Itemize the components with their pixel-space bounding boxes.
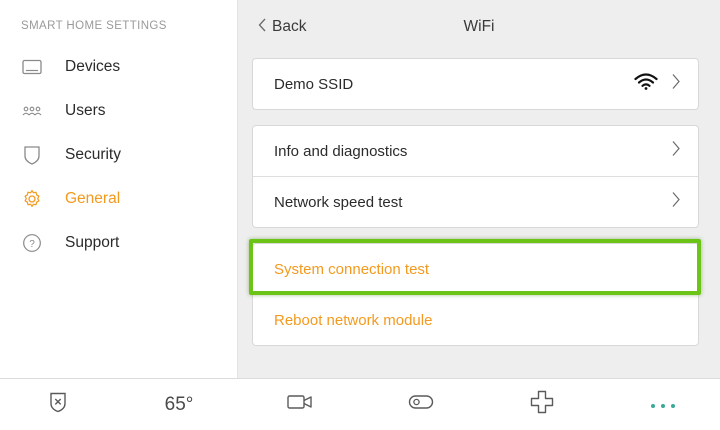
reboot-network-module-button[interactable]: Reboot network module: [253, 294, 698, 345]
info-diagnostics-row[interactable]: Info and diagnostics: [253, 126, 698, 176]
page-title: WiFi: [463, 18, 495, 35]
sidebar-item-label: Devices: [65, 58, 121, 75]
thermostat-button[interactable]: 65°: [149, 379, 209, 430]
sidebar-item-support[interactable]: ? Support: [0, 223, 236, 263]
gear-icon: [22, 189, 42, 209]
ssid-label: Demo SSID: [274, 75, 354, 93]
toggle-icon: [408, 394, 434, 415]
chevron-right-icon: [672, 141, 680, 162]
row-label: Reboot network module: [274, 311, 433, 329]
sidebar-item-label: Support: [65, 234, 120, 251]
system-connection-test-button[interactable]: System connection test: [253, 244, 698, 294]
sidebar-item-label: Users: [65, 102, 106, 119]
main-panel: Back WiFi Demo SSID Info and diagnostics: [238, 0, 720, 378]
sidebar-item-general[interactable]: General: [0, 179, 236, 219]
sidebar-item-security[interactable]: Security: [0, 135, 236, 175]
sidebar: SMART HOME SETTINGS Devices Users Securi…: [0, 0, 238, 378]
camera-button[interactable]: [270, 379, 330, 430]
wifi-icon: [634, 73, 658, 95]
sidebar-item-label: Security: [65, 146, 121, 163]
add-button[interactable]: [512, 379, 572, 430]
temperature-value: 65°: [164, 393, 194, 415]
options-card: Info and diagnostics Network speed test: [252, 125, 699, 228]
svg-text:?: ?: [29, 239, 35, 250]
shield-icon: [22, 145, 42, 165]
tablet-icon: [22, 57, 42, 77]
security-button[interactable]: [28, 379, 88, 430]
users-icon: [22, 101, 42, 121]
more-button[interactable]: [633, 379, 693, 430]
sidebar-title: SMART HOME SETTINGS: [21, 20, 167, 32]
plus-cross-icon: [530, 390, 554, 419]
more-dots-icon: [650, 396, 676, 414]
security-shield-icon: [49, 391, 67, 418]
actions-card: System connection test Reboot network mo…: [252, 243, 699, 346]
row-label: Info and diagnostics: [274, 142, 408, 160]
row-label: Network speed test: [274, 193, 403, 211]
switch-button[interactable]: [391, 379, 451, 430]
camera-icon: [287, 394, 313, 415]
sidebar-item-devices[interactable]: Devices: [0, 47, 236, 87]
bottom-nav-bar: 65°: [0, 378, 720, 429]
row-label: System connection test: [274, 260, 430, 278]
chevron-right-icon: [672, 192, 680, 213]
sidebar-item-users[interactable]: Users: [0, 91, 236, 131]
ssid-row[interactable]: Demo SSID: [253, 59, 698, 109]
network-speed-test-row[interactable]: Network speed test: [253, 176, 698, 227]
question-icon: ?: [22, 233, 42, 253]
chevron-right-icon: [672, 74, 680, 95]
sidebar-item-label: General: [65, 190, 121, 207]
network-card: Demo SSID: [252, 58, 699, 110]
